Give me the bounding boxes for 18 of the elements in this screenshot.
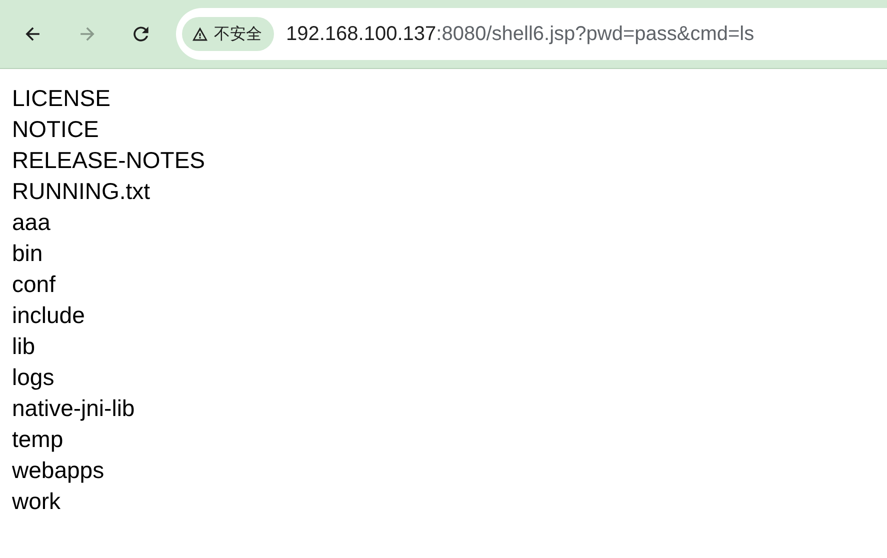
file-name: RUNNING.txt [12,177,150,206]
file-name: webapps [12,456,104,485]
warning-icon [191,25,209,43]
file-name: work [12,487,61,516]
file-name: NOTICE [12,115,99,144]
file-name: lib [12,332,36,361]
address-bar[interactable]: 不安全 192.168.100.137:8080/shell6.jsp?pwd=pass&cmd=ls [176,8,887,60]
url-text: 192.168.100.137:8080/shell6.jsp?pwd=pass&cmd=ls [286,22,754,46]
file-name: conf [12,270,56,299]
file-name: logs [12,363,54,392]
file-name: native-jni-lib [12,394,135,423]
security-chip[interactable]: 不安全 [182,17,274,51]
file-name: RELEASE-NOTES [12,146,205,175]
file-name: include [12,301,85,330]
file-name: bin [12,239,43,268]
file-name: LICENSE [12,84,110,113]
file-name: aaa [12,208,50,237]
file-name: temp [12,425,64,454]
